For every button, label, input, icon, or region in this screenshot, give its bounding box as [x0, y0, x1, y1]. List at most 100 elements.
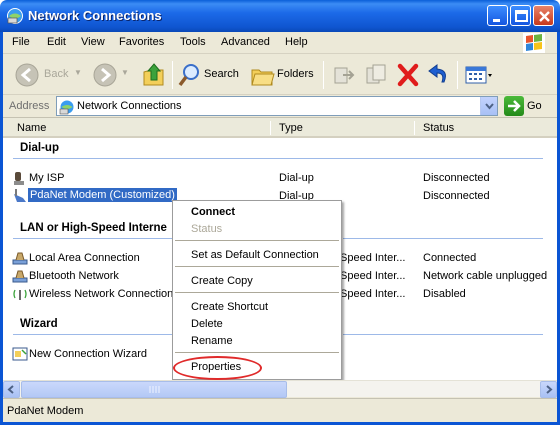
forward-icon[interactable]	[91, 60, 119, 90]
go-button[interactable]	[504, 96, 524, 116]
address-bar: Address Network Connections Go	[3, 95, 557, 118]
back-dropdown-icon[interactable]: ▼	[74, 68, 82, 77]
maximize-button[interactable]	[510, 5, 531, 26]
forward-dropdown-icon[interactable]: ▼	[121, 68, 129, 77]
menu-separator	[175, 292, 339, 293]
list-item-status: Disconnected	[423, 172, 490, 184]
column-header-type[interactable]: Type	[279, 122, 303, 134]
column-header-name[interactable]: Name	[17, 122, 46, 134]
minimize-icon	[493, 19, 500, 22]
chevron-left-icon	[7, 385, 14, 394]
menu-edit[interactable]: Edit	[47, 36, 66, 48]
go-label[interactable]: Go	[527, 100, 542, 112]
undo-icon[interactable]	[425, 60, 451, 90]
column-divider[interactable]	[270, 121, 271, 135]
list-item-type: Speed Inter...	[340, 270, 406, 282]
group-divider	[343, 238, 543, 239]
toolbar-separator	[457, 61, 458, 89]
list-item-type: Dial-up	[279, 172, 314, 184]
menu-separator	[175, 352, 339, 353]
grip-icon	[149, 386, 160, 393]
folders-button-label[interactable]: Folders	[277, 68, 314, 80]
toolbar-separator	[172, 61, 173, 89]
toolbar-separator	[323, 61, 324, 89]
modem-icon	[14, 189, 26, 202]
list-item-name[interactable]: Bluetooth Network	[29, 270, 119, 282]
status-bar: PdaNet Modem	[3, 398, 557, 422]
minimize-button[interactable]	[487, 5, 508, 26]
list-item-name[interactable]: New Connection Wizard	[29, 348, 147, 360]
menu-favorites[interactable]: Favorites	[119, 36, 164, 48]
menu-view[interactable]: View	[81, 36, 105, 48]
horizontal-scrollbar[interactable]	[3, 380, 557, 398]
context-menu-status: Status	[191, 223, 223, 235]
go-arrow-icon	[508, 100, 521, 112]
windows-logo-icon	[523, 33, 545, 53]
group-divider	[343, 334, 543, 335]
chevron-right-icon	[546, 385, 553, 394]
column-headers: Name Type Status	[3, 118, 557, 138]
scroll-left-button[interactable]	[3, 381, 20, 398]
list-item-status: Connected	[423, 252, 477, 264]
scroll-right-button[interactable]	[540, 381, 557, 398]
network-connections-icon	[7, 8, 23, 24]
context-menu: Connect Status Set as Default Connection…	[172, 200, 342, 380]
list-item-name[interactable]: Wireless Network Connection	[29, 288, 173, 300]
search-icon[interactable]	[177, 60, 203, 90]
up-folder-icon[interactable]	[141, 60, 167, 90]
group-divider	[13, 334, 173, 335]
move-to-icon[interactable]	[331, 60, 357, 90]
list-item-name[interactable]: My ISP	[29, 172, 64, 184]
bluetooth-network-icon	[12, 270, 28, 283]
title-bar[interactable]: Network Connections	[0, 0, 560, 32]
wizard-icon	[12, 347, 28, 361]
group-header-wizard: Wizard	[20, 318, 58, 330]
group-header-dialup: Dial-up	[20, 142, 59, 154]
back-button-label[interactable]: Back	[44, 68, 68, 80]
toolbar: Back ▼ ▼ Search Folders	[3, 55, 557, 95]
menu-advanced[interactable]: Advanced	[221, 36, 270, 48]
context-menu-delete[interactable]: Delete	[191, 318, 223, 330]
maximize-icon	[515, 10, 528, 22]
folders-icon[interactable]	[250, 60, 276, 90]
column-header-status[interactable]: Status	[423, 122, 454, 134]
list-item-status: Disconnected	[423, 190, 490, 202]
close-button[interactable]	[533, 5, 554, 26]
group-header-lan: LAN or High-Speed Interne	[20, 222, 167, 234]
context-menu-connect[interactable]: Connect	[191, 206, 235, 218]
properties-highlight-ring	[173, 356, 262, 380]
address-value: Network Connections	[77, 100, 182, 112]
menu-file[interactable]: File	[12, 36, 30, 48]
list-item-name-selected[interactable]: PdaNet Modem (Customized)	[28, 188, 177, 202]
address-dropdown-button[interactable]	[480, 97, 497, 115]
group-divider	[13, 238, 173, 239]
chevron-down-icon	[485, 103, 494, 110]
scroll-thumb[interactable]	[21, 381, 287, 398]
column-divider[interactable]	[414, 121, 415, 135]
delete-icon[interactable]	[395, 60, 421, 90]
list-item-status: Disabled	[423, 288, 466, 300]
window-title: Network Connections	[28, 8, 162, 23]
list-item-type: Speed Inter...	[340, 252, 406, 264]
list-item-name[interactable]: Local Area Connection	[29, 252, 140, 264]
menu-bar: File Edit View Favorites Tools Advanced …	[3, 32, 557, 54]
list-item-status: Network cable unplugged	[423, 270, 548, 282]
menu-tools[interactable]: Tools	[180, 36, 206, 48]
lan-connection-icon	[12, 252, 28, 265]
list-item-type: Speed Inter...	[340, 288, 406, 300]
context-menu-create-copy[interactable]: Create Copy	[191, 275, 253, 287]
close-icon	[539, 11, 550, 22]
copy-to-icon[interactable]	[363, 60, 389, 90]
back-icon[interactable]	[13, 60, 41, 90]
context-menu-rename[interactable]: Rename	[191, 335, 233, 347]
views-icon[interactable]	[463, 60, 493, 90]
menu-separator	[175, 266, 339, 267]
search-button-label[interactable]: Search	[204, 68, 239, 80]
address-label: Address	[9, 100, 50, 112]
context-menu-set-default[interactable]: Set as Default Connection	[191, 249, 319, 261]
context-menu-create-shortcut[interactable]: Create Shortcut	[191, 301, 268, 313]
address-field[interactable]: Network Connections	[56, 96, 498, 116]
status-text: PdaNet Modem	[7, 405, 84, 417]
menu-help[interactable]: Help	[285, 36, 308, 48]
group-divider	[13, 158, 543, 159]
